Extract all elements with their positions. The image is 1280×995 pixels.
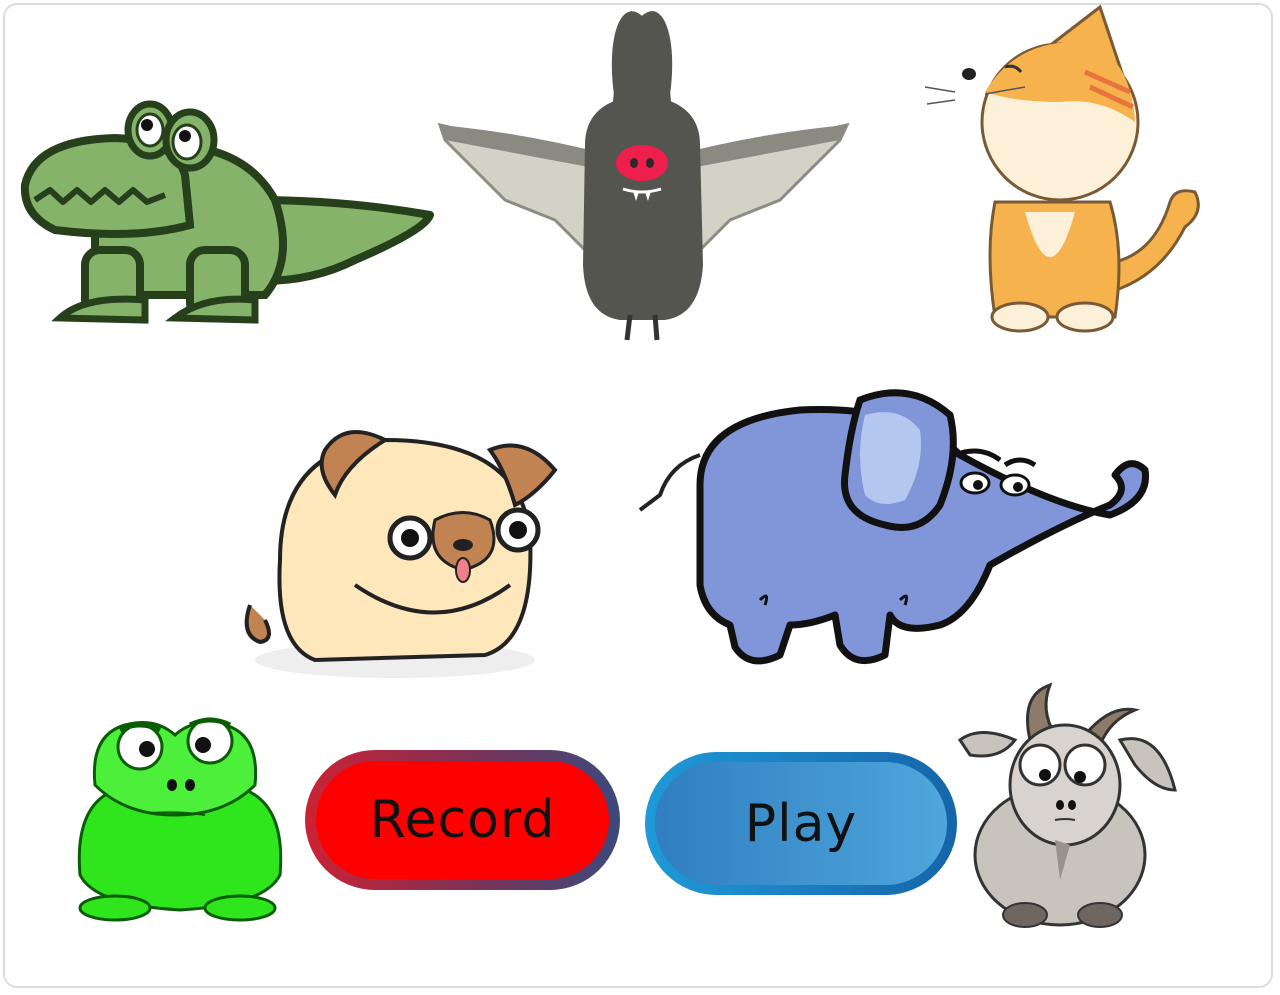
record-button-face: Record — [316, 761, 609, 879]
elephant-icon[interactable] — [638, 385, 1160, 680]
goat-icon[interactable] — [957, 680, 1180, 930]
record-label: Record — [369, 790, 556, 850]
record-button[interactable]: Record — [305, 750, 620, 890]
frog-icon[interactable] — [75, 705, 285, 922]
pug-icon[interactable] — [235, 410, 565, 685]
play-label: Play — [744, 793, 858, 854]
play-button-face: Play — [655, 762, 947, 885]
bat-icon[interactable] — [435, 11, 850, 341]
crocodile-icon[interactable] — [15, 90, 435, 325]
play-button[interactable]: Play — [645, 752, 957, 895]
cat-icon[interactable] — [924, 2, 1205, 337]
